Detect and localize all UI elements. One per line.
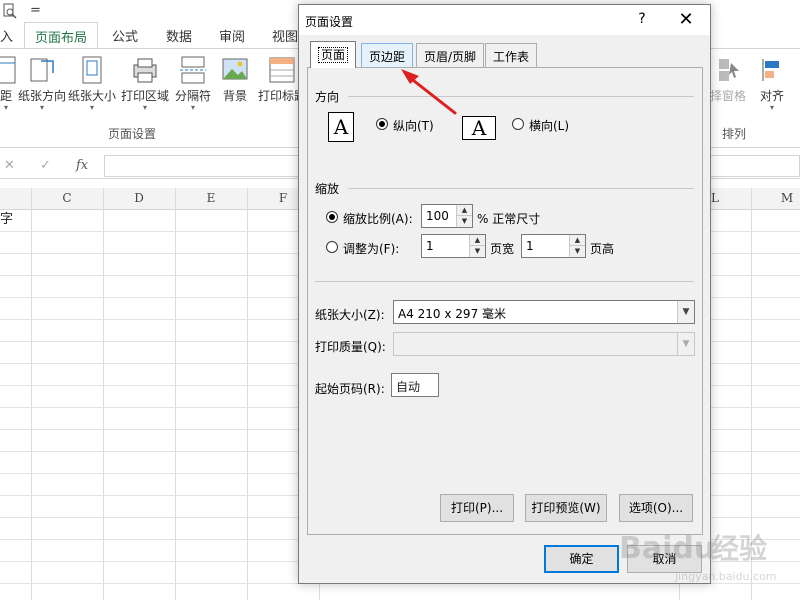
svg-text:经验: 经验 bbox=[711, 532, 767, 565]
dialog-tabs: 页面 页边距 页眉/页脚 工作表 bbox=[307, 41, 707, 68]
orientation-button[interactable]: 纸张方向 ▾ bbox=[14, 55, 70, 112]
size-icon bbox=[77, 55, 107, 85]
first-page-label: 起始页码(R): bbox=[315, 382, 385, 396]
align-button[interactable]: 对齐 ▾ bbox=[744, 55, 800, 112]
qat-more-icon[interactable]: = bbox=[30, 3, 41, 18]
fit-wide-label: 页宽 bbox=[490, 242, 515, 256]
column-header[interactable]: E bbox=[175, 191, 247, 205]
tab-page[interactable]: 页面 bbox=[310, 41, 357, 68]
options-button[interactable]: 选项(O)... bbox=[619, 494, 693, 522]
spin-down-icon[interactable]: ▼ bbox=[470, 246, 485, 257]
background-icon bbox=[220, 55, 250, 85]
column-header[interactable]: D bbox=[103, 191, 175, 205]
arrange-group-label: 排列 bbox=[722, 127, 747, 141]
first-page-input[interactable]: 自动 bbox=[391, 373, 439, 397]
print-quality-select[interactable]: ▼ bbox=[393, 332, 695, 356]
print-button[interactable]: 打印(P)... bbox=[440, 494, 514, 522]
page-setup-group-label: 页面设置 bbox=[108, 127, 157, 141]
help-button[interactable]: ? bbox=[632, 11, 652, 29]
tab-formulas[interactable]: 公式 bbox=[112, 26, 138, 45]
adjust-radio[interactable] bbox=[326, 211, 338, 223]
svg-text:Baidu: Baidu bbox=[619, 531, 715, 566]
print-quality-label: 打印质量(Q): bbox=[315, 340, 386, 354]
scale-spinner[interactable]: 100 ▲ ▼ bbox=[421, 204, 473, 228]
fit-label[interactable]: 调整为(F): bbox=[343, 240, 399, 257]
baidu-watermark-icon: Baidu 经验 jingyan.baidu.com bbox=[619, 531, 777, 583]
tab-review[interactable]: 审阅 bbox=[219, 26, 245, 45]
paper-size-label: 纸张大小(Z): bbox=[315, 308, 385, 322]
ok-button[interactable]: 确定 bbox=[544, 545, 619, 573]
portrait-label[interactable]: 纵向(T) bbox=[393, 117, 434, 134]
fit-tall-label: 页高 bbox=[590, 242, 615, 256]
chevron-down-icon[interactable]: ▼ bbox=[677, 333, 694, 355]
dialog-title: 页面设置 bbox=[305, 15, 354, 29]
fit-tall-spinner[interactable]: 1 ▲ ▼ bbox=[521, 234, 586, 258]
print-area-icon bbox=[130, 55, 160, 85]
tab-insert[interactable]: 入 bbox=[0, 26, 13, 45]
print-titles-icon bbox=[267, 55, 297, 85]
tab-view[interactable]: 视图 bbox=[272, 26, 298, 45]
svg-text:jingyan.baidu.com: jingyan.baidu.com bbox=[674, 570, 777, 583]
spin-down-icon[interactable]: ▼ bbox=[570, 246, 585, 257]
tab-data[interactable]: 数据 bbox=[166, 26, 192, 45]
paper-size-select[interactable]: A4 210 x 297 毫米 ▼ bbox=[393, 300, 695, 324]
orientation-label: 方向 bbox=[315, 90, 340, 104]
landscape-radio[interactable] bbox=[512, 118, 524, 130]
landscape-label[interactable]: 横向(L) bbox=[529, 117, 569, 134]
spin-up-icon[interactable]: ▲ bbox=[570, 235, 585, 246]
column-header[interactable]: M bbox=[751, 191, 800, 205]
page-tab-panel: 方向 A 纵向(T) A 横向(L) 缩放 缩放比例(A): 100 ▲ ▼ % … bbox=[307, 67, 703, 535]
landscape-icon: A bbox=[462, 116, 496, 140]
annotation-arrow-icon bbox=[401, 69, 457, 115]
cell-text: 字 bbox=[0, 212, 14, 227]
print-preview-icon[interactable] bbox=[2, 3, 18, 23]
spin-up-icon[interactable]: ▲ bbox=[470, 235, 485, 246]
chevron-down-icon[interactable]: ▼ bbox=[677, 301, 694, 323]
page-setup-dialog: 页面设置 ? ✕ 页面 页边距 页眉/页脚 工作表 方向 A 纵向(T) A 横… bbox=[298, 4, 711, 584]
enter-icon[interactable]: ✓ bbox=[40, 158, 51, 173]
tab-page-layout[interactable]: 页面布局 bbox=[24, 22, 99, 50]
column-header[interactable]: C bbox=[31, 191, 103, 205]
scale-suffix: % 正常尺寸 bbox=[477, 212, 541, 226]
breaks-icon bbox=[178, 55, 208, 85]
scaling-label: 缩放 bbox=[315, 182, 340, 196]
adjust-label[interactable]: 缩放比例(A): bbox=[343, 210, 413, 227]
print-preview-button[interactable]: 打印预览(W) bbox=[525, 494, 607, 522]
selection-pane-icon bbox=[713, 55, 743, 85]
tab-sheet[interactable]: 工作表 bbox=[485, 43, 538, 67]
portrait-radio[interactable] bbox=[376, 118, 388, 130]
size-button[interactable]: 纸张大小 ▾ bbox=[64, 55, 120, 112]
cancel-icon[interactable]: ✕ bbox=[4, 158, 15, 173]
dialog-titlebar[interactable]: 页面设置 ? ✕ bbox=[299, 5, 710, 35]
portrait-icon: A bbox=[328, 112, 354, 142]
fit-radio[interactable] bbox=[326, 241, 338, 253]
spin-up-icon[interactable]: ▲ bbox=[457, 205, 472, 216]
fx-icon[interactable]: fx bbox=[76, 158, 88, 173]
orientation-icon bbox=[27, 55, 57, 85]
align-icon bbox=[757, 55, 787, 85]
close-button[interactable]: ✕ bbox=[672, 8, 700, 32]
spin-down-icon[interactable]: ▼ bbox=[457, 216, 472, 227]
fit-wide-spinner[interactable]: 1 ▲ ▼ bbox=[421, 234, 486, 258]
